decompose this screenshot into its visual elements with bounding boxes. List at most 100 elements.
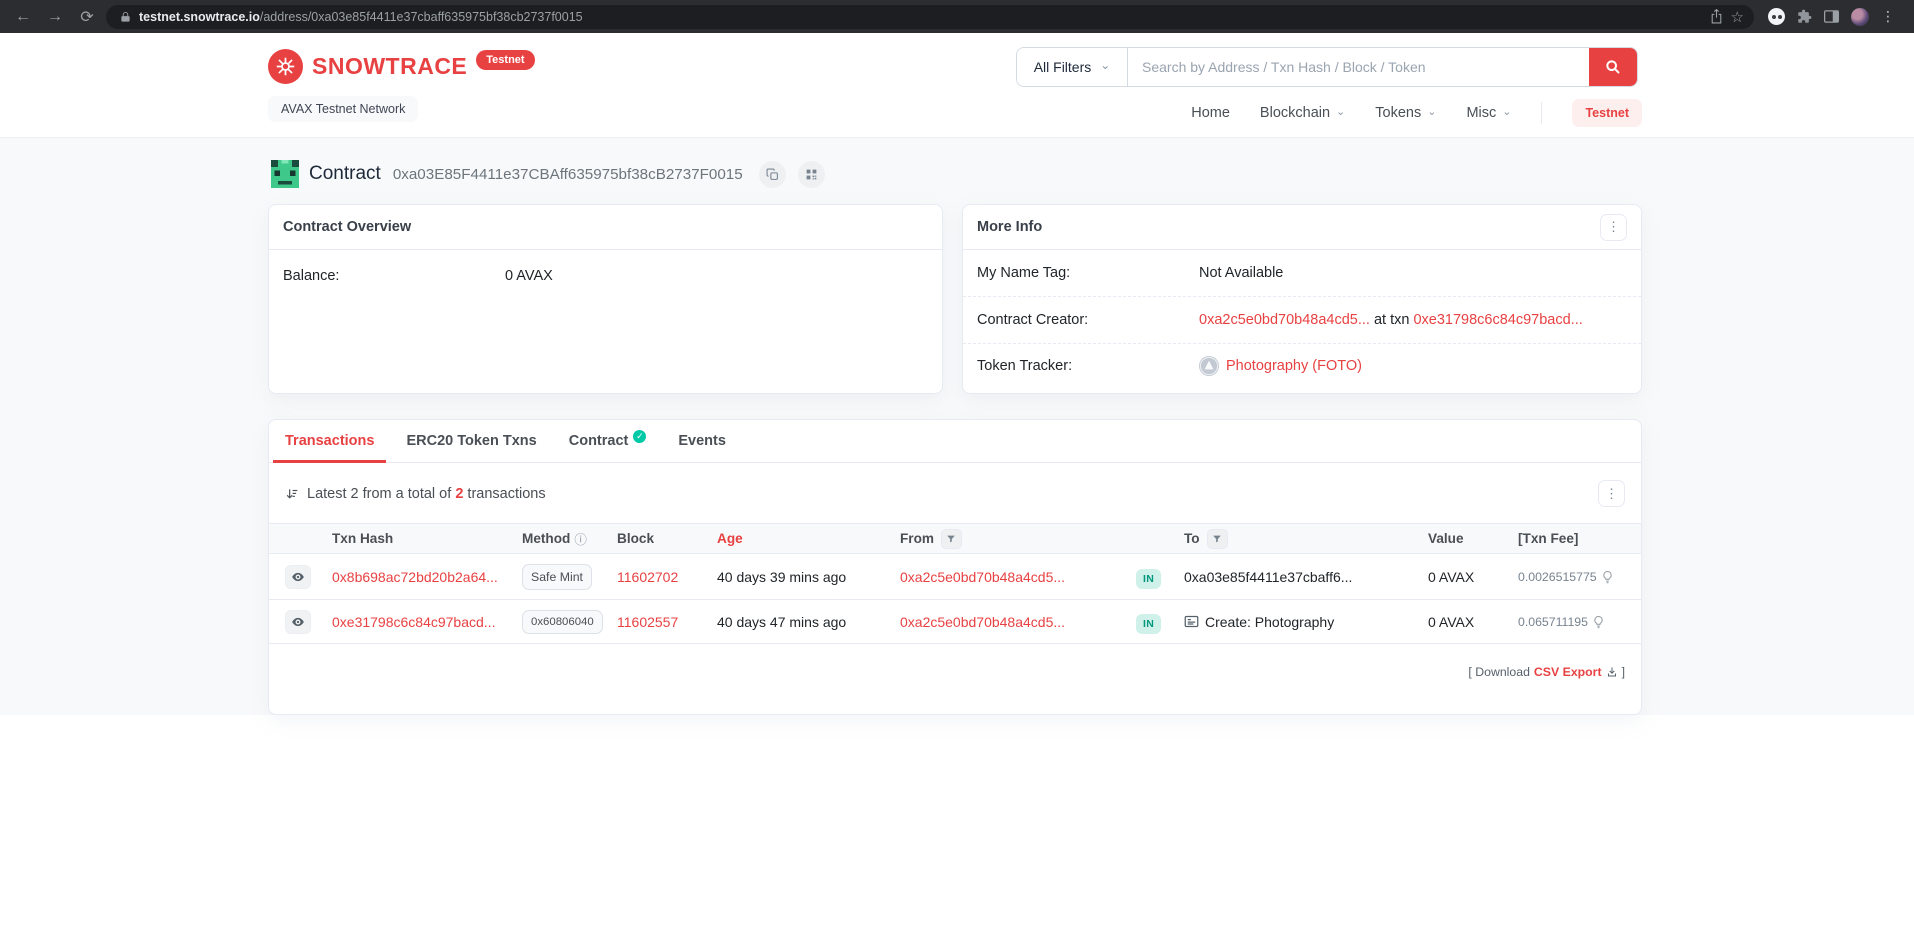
contract-overview-title: Contract Overview	[283, 219, 412, 235]
contract-create-icon	[1184, 615, 1199, 628]
tab-events[interactable]: Events	[662, 420, 742, 462]
chevron-down-icon: ⌄	[1336, 106, 1346, 118]
address-bar[interactable]: testnet.snowtrace.io/address/0xa03e85f44…	[106, 4, 1754, 29]
chevron-down-icon: ⌄	[1502, 106, 1512, 118]
balance-row: Balance: 0 AVAX	[269, 250, 942, 302]
col-txn-hash: Txn Hash	[332, 531, 394, 546]
contract-address: 0xa03E85F4411e37CBAff635975bf38cB2737F00…	[392, 165, 743, 183]
page-title-row: Contract 0xa03E85F4411e37CBAff635975bf38…	[268, 150, 1642, 204]
summary-text: Latest 2 from a total of 2 transactions	[307, 486, 546, 502]
copy-address-button[interactable]	[758, 160, 786, 188]
balance-label: Balance:	[283, 268, 340, 284]
txn-preview-button[interactable]	[285, 609, 311, 634]
search-bar: All Filters ⌄	[1016, 47, 1638, 87]
page-content: Contract 0xa03E85F4411e37CBAff635975bf38…	[0, 138, 1914, 715]
network-switcher-button[interactable]: Testnet	[1572, 99, 1642, 127]
nav-item-misc[interactable]: Misc ⌄	[1466, 105, 1511, 121]
tab-bar: Transactions ERC20 Token Txns Contract ✓ …	[269, 420, 1641, 463]
kebab-icon: ⋮	[1607, 219, 1620, 234]
url-path: /address/0xa03e85f4411e37cbaff635975bf38…	[259, 9, 583, 24]
fee-bulb-icon	[1593, 615, 1604, 629]
from-filter-button[interactable]	[940, 528, 962, 549]
search-icon	[1605, 59, 1621, 75]
more-info-header: More Info ⋮	[963, 205, 1641, 250]
table-row: 0xe31798c6c84c97bacd... 0x60806040 11602…	[269, 599, 1641, 644]
more-info-menu-button[interactable]: ⋮	[1600, 213, 1627, 241]
transactions-table: Txn Hash Method ⓘ Block Age From To Value…	[269, 523, 1641, 644]
browser-chrome: ← → ⟳ testnet.snowtrace.io/address/0xa03…	[0, 0, 1914, 33]
creator-at-txn-text: at txn	[1369, 311, 1414, 328]
nav-item-home[interactable]: Home	[1191, 105, 1230, 121]
sidebar-toggle-icon[interactable]	[1824, 10, 1839, 23]
tab-transactions[interactable]: Transactions	[269, 420, 390, 463]
tab-contract[interactable]: Contract ✓	[553, 420, 663, 462]
summary-prefix: Latest 2 from a total of	[307, 485, 456, 502]
token-tracker-label: Token Tracker:	[977, 358, 1073, 375]
tab-erc20-token-txns[interactable]: ERC20 Token Txns	[390, 420, 552, 462]
search-button[interactable]	[1589, 48, 1637, 86]
extension-owl-icon[interactable]	[1768, 8, 1785, 25]
browser-back-button[interactable]: ←	[10, 5, 36, 29]
browser-reload-button[interactable]: ⟳	[74, 5, 100, 29]
copy-icon	[766, 168, 779, 181]
nav-item-tokens[interactable]: Tokens ⌄	[1375, 105, 1436, 121]
sort-icon	[285, 487, 299, 501]
col-age-toggle[interactable]: Age	[717, 531, 900, 546]
txn-hash-link[interactable]: 0xe31798c6c84c97bacd...	[332, 614, 522, 630]
tab-erc20-label: ERC20 Token Txns	[406, 433, 537, 449]
lock-icon	[120, 11, 131, 23]
contract-avatar	[271, 160, 299, 188]
verified-check-icon: ✓	[633, 429, 647, 443]
txn-hash-link[interactable]: 0x8b698ac72bd20b2a64...	[332, 569, 522, 585]
snowtrace-logo[interactable]: SNOWTRACE Testnet	[268, 49, 535, 84]
txn-preview-button[interactable]	[285, 564, 311, 589]
brand-testnet-badge: Testnet	[476, 50, 535, 70]
csv-export-link[interactable]: CSV Export	[1534, 665, 1618, 679]
txn-value: 0 AVAX	[1428, 613, 1475, 630]
from-address-link[interactable]: 0xa2c5e0bd70b48a4cd5...	[900, 614, 1065, 630]
browser-profile-avatar[interactable]	[1851, 7, 1869, 26]
page-title: Contract	[309, 163, 381, 184]
more-info-card: More Info ⋮ My Name Tag: Not Available C…	[962, 204, 1642, 394]
browser-menu-icon[interactable]: ⋮	[1881, 8, 1895, 25]
creator-txn-link[interactable]: 0xe31798c6c84c97bacd...	[1413, 312, 1582, 328]
main-nav: Home Blockchain ⌄ Tokens ⌄ Misc ⌄ Testnet	[1191, 99, 1642, 127]
col-value: Value	[1428, 531, 1464, 546]
fee-bulb-icon	[1602, 570, 1613, 584]
extensions-puzzle-icon[interactable]	[1797, 9, 1812, 24]
token-tracker-row: Token Tracker: Photography (FOTO)	[963, 342, 1641, 389]
bookmark-star-icon[interactable]: ☆	[1731, 8, 1744, 26]
creator-address-link[interactable]: 0xa2c5e0bd70b48a4cd5...	[1199, 312, 1370, 328]
to-filter-button[interactable]	[1206, 528, 1228, 549]
qr-code-button[interactable]	[797, 160, 825, 188]
search-filter-label: All Filters	[1033, 59, 1092, 75]
share-icon[interactable]	[1710, 9, 1723, 24]
site-header: SNOWTRACE Testnet AVAX Testnet Network A…	[0, 33, 1914, 138]
network-badge: AVAX Testnet Network	[268, 96, 419, 122]
contract-creator-label: Contract Creator:	[977, 311, 1089, 328]
snowflake-icon	[268, 49, 303, 84]
direction-badge: IN	[1136, 568, 1162, 589]
from-address-link[interactable]: 0xa2c5e0bd70b48a4cd5...	[900, 569, 1065, 585]
to-contract-created: Create: Photography	[1205, 613, 1335, 630]
name-tag-label: My Name Tag:	[977, 265, 1071, 282]
tab-contract-label: Contract	[568, 433, 629, 449]
nav-item-blockchain[interactable]: Blockchain ⌄	[1260, 105, 1345, 121]
contract-overview-card: Contract Overview Balance: 0 AVAX	[268, 204, 943, 394]
chevron-down-icon: ⌄	[1100, 58, 1111, 72]
search-filter-select[interactable]: All Filters ⌄	[1017, 48, 1128, 86]
kebab-icon: ⋮	[1605, 485, 1618, 501]
token-tracker-link[interactable]: Photography (FOTO)	[1226, 358, 1362, 374]
info-cards: Contract Overview Balance: 0 AVAX More I…	[268, 204, 1642, 394]
block-link[interactable]: 11602557	[617, 614, 717, 630]
block-link[interactable]: 11602702	[617, 569, 717, 585]
col-block: Block	[617, 531, 655, 546]
browser-forward-button[interactable]: →	[42, 5, 68, 29]
contract-creator-row: Contract Creator: 0xa2c5e0bd70b48a4cd5..…	[963, 296, 1641, 342]
transactions-panel: Transactions ERC20 Token Txns Contract ✓ …	[268, 419, 1642, 715]
chevron-down-icon: ⌄	[1427, 106, 1437, 118]
search-input[interactable]	[1128, 48, 1589, 86]
more-info-title: More Info	[977, 219, 1043, 235]
transactions-menu-button[interactable]: ⋮	[1598, 480, 1625, 507]
download-suffix: ]	[1621, 665, 1625, 679]
